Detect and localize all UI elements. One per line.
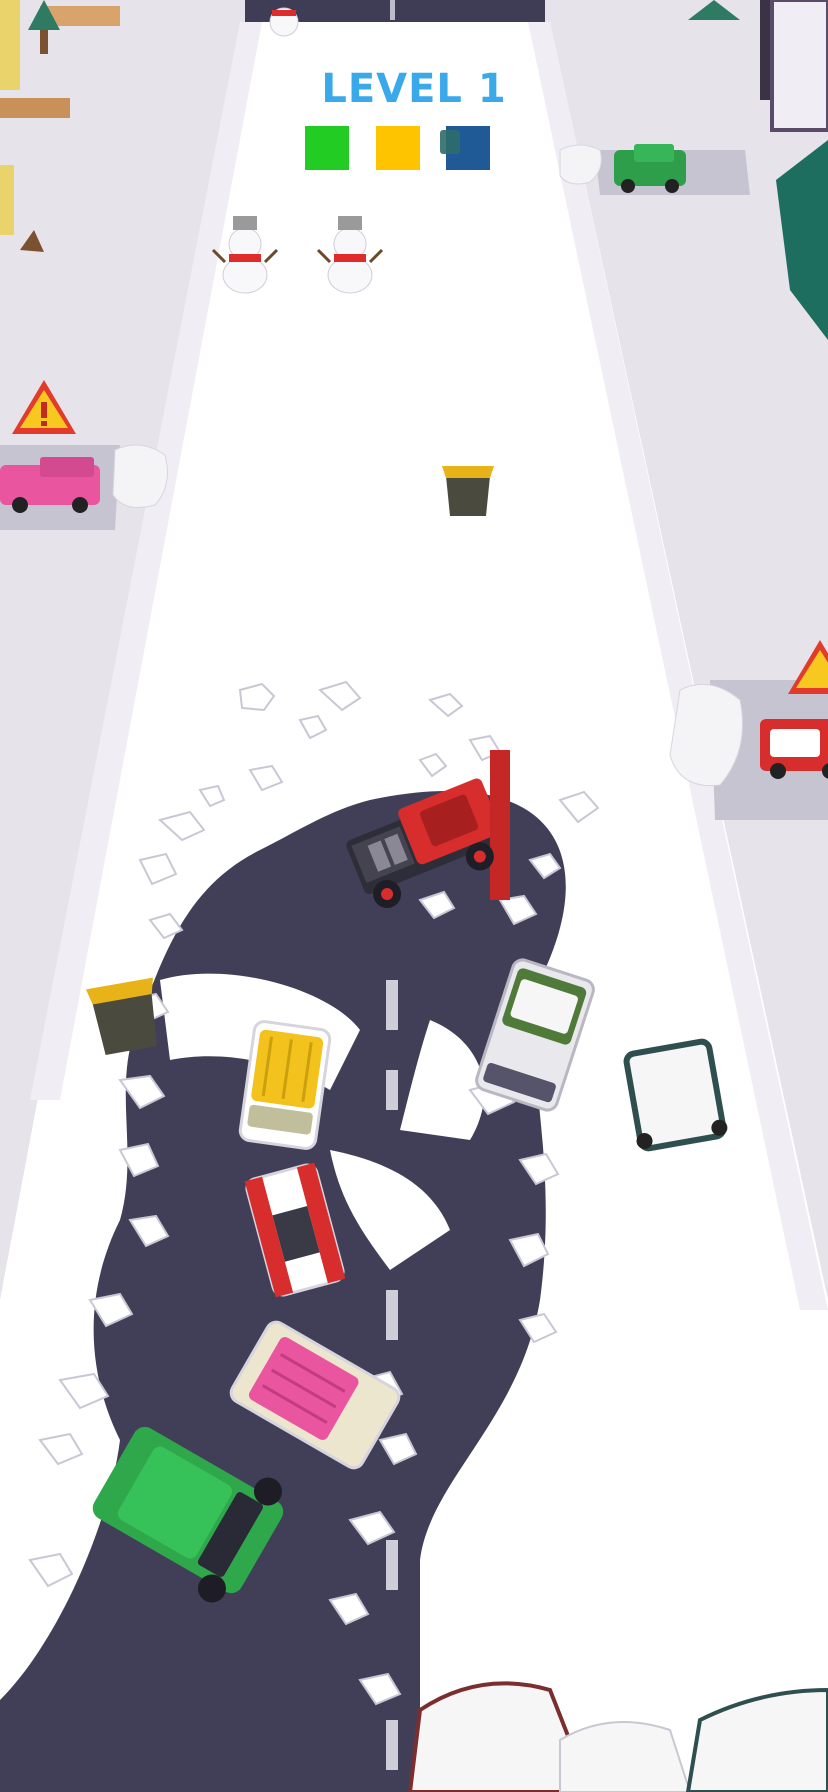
lane-mark (390, 0, 395, 20)
level-title: LEVEL 1 (321, 66, 507, 112)
game-scene[interactable]: LEVEL 1 (0, 0, 828, 1792)
car-indicator-icon (440, 130, 460, 154)
parked-car-teal (623, 1038, 728, 1152)
progress-target-blue (440, 126, 490, 170)
progress-target-yellow (376, 126, 420, 170)
snow-pile (112, 444, 168, 508)
parked-car-pink (0, 457, 100, 513)
car-yellow[interactable] (238, 1020, 332, 1150)
snowman (269, 7, 299, 37)
progress-target-green (305, 126, 349, 170)
game-world[interactable] (0, 0, 828, 1792)
level-progress (0, 126, 828, 170)
trash-bin (442, 466, 494, 516)
parked-car-red (760, 719, 828, 779)
